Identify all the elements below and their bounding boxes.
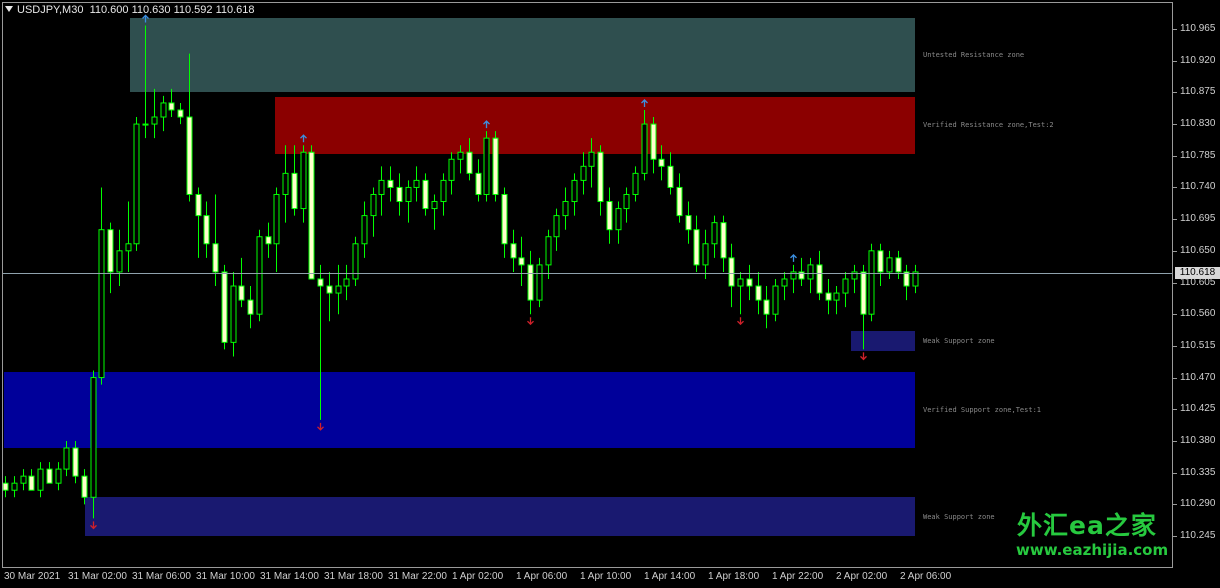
time-label: 1 Apr 18:00	[708, 571, 760, 582]
price-tick	[1173, 92, 1177, 93]
chart-frame	[2, 2, 1173, 568]
time-label: 31 Mar 06:00	[132, 571, 191, 582]
time-label: 1 Apr 06:00	[516, 571, 568, 582]
price-tick	[1173, 536, 1177, 537]
dropdown-triangle-icon[interactable]	[5, 6, 13, 12]
price-label: 110.875	[1180, 86, 1216, 97]
price-tick	[1173, 504, 1177, 505]
price-tick	[1173, 441, 1177, 442]
price-label: 110.245	[1180, 530, 1216, 541]
price-tick	[1173, 251, 1177, 252]
price-tick	[1173, 409, 1177, 410]
time-label: 1 Apr 02:00	[452, 571, 504, 582]
price-label: 110.965	[1180, 23, 1216, 34]
price-tick	[1173, 29, 1177, 30]
price-label: 110.380	[1180, 435, 1216, 446]
chart-window[interactable]: Untested Resistance zone Verified Resista…	[0, 0, 1220, 588]
ohlc-values: 110.600 110.630 110.592 110.618	[89, 4, 255, 16]
price-tick	[1173, 61, 1177, 62]
price-label: 110.290	[1180, 498, 1216, 509]
symbol-name: USDJPY,M30	[17, 4, 84, 16]
time-label: 31 Mar 10:00	[196, 571, 255, 582]
price-label: 110.740	[1180, 181, 1216, 192]
price-label: 110.425	[1180, 403, 1216, 414]
price-label: 110.335	[1180, 467, 1216, 478]
price-label: 110.560	[1180, 308, 1216, 319]
symbol-header[interactable]: USDJPY,M30 110.600 110.630 110.592 110.6…	[5, 4, 255, 17]
price-tick	[1173, 314, 1177, 315]
time-label: 2 Apr 06:00	[900, 571, 952, 582]
price-tick	[1173, 378, 1177, 379]
price-tick	[1173, 346, 1177, 347]
watermark-url: www.eazhijia.com	[1016, 541, 1169, 559]
price-label: 110.605	[1180, 277, 1216, 288]
time-label: 1 Apr 10:00	[580, 571, 632, 582]
price-label: 110.695	[1180, 213, 1216, 224]
price-label: 110.830	[1180, 118, 1216, 129]
price-tick	[1173, 283, 1177, 284]
price-label: 110.920	[1180, 55, 1216, 66]
price-tick	[1173, 124, 1177, 125]
price-tick	[1173, 156, 1177, 157]
time-label: 2 Apr 02:00	[836, 571, 888, 582]
price-tick	[1173, 473, 1177, 474]
watermark-logo-text: 外汇ea之家	[1017, 511, 1157, 540]
price-label: 110.470	[1180, 372, 1216, 383]
time-label: 1 Apr 14:00	[644, 571, 696, 582]
time-label: 1 Apr 22:00	[772, 571, 824, 582]
time-label: 31 Mar 14:00	[260, 571, 319, 582]
price-tick	[1173, 187, 1177, 188]
price-label: 110.785	[1180, 150, 1216, 161]
price-label: 110.515	[1180, 340, 1216, 351]
time-label: 31 Mar 22:00	[388, 571, 447, 582]
price-label: 110.650	[1180, 245, 1216, 256]
price-tick	[1173, 219, 1177, 220]
time-label: 30 Mar 2021	[4, 571, 61, 582]
time-label: 31 Mar 02:00	[68, 571, 127, 582]
time-label: 31 Mar 18:00	[324, 571, 383, 582]
